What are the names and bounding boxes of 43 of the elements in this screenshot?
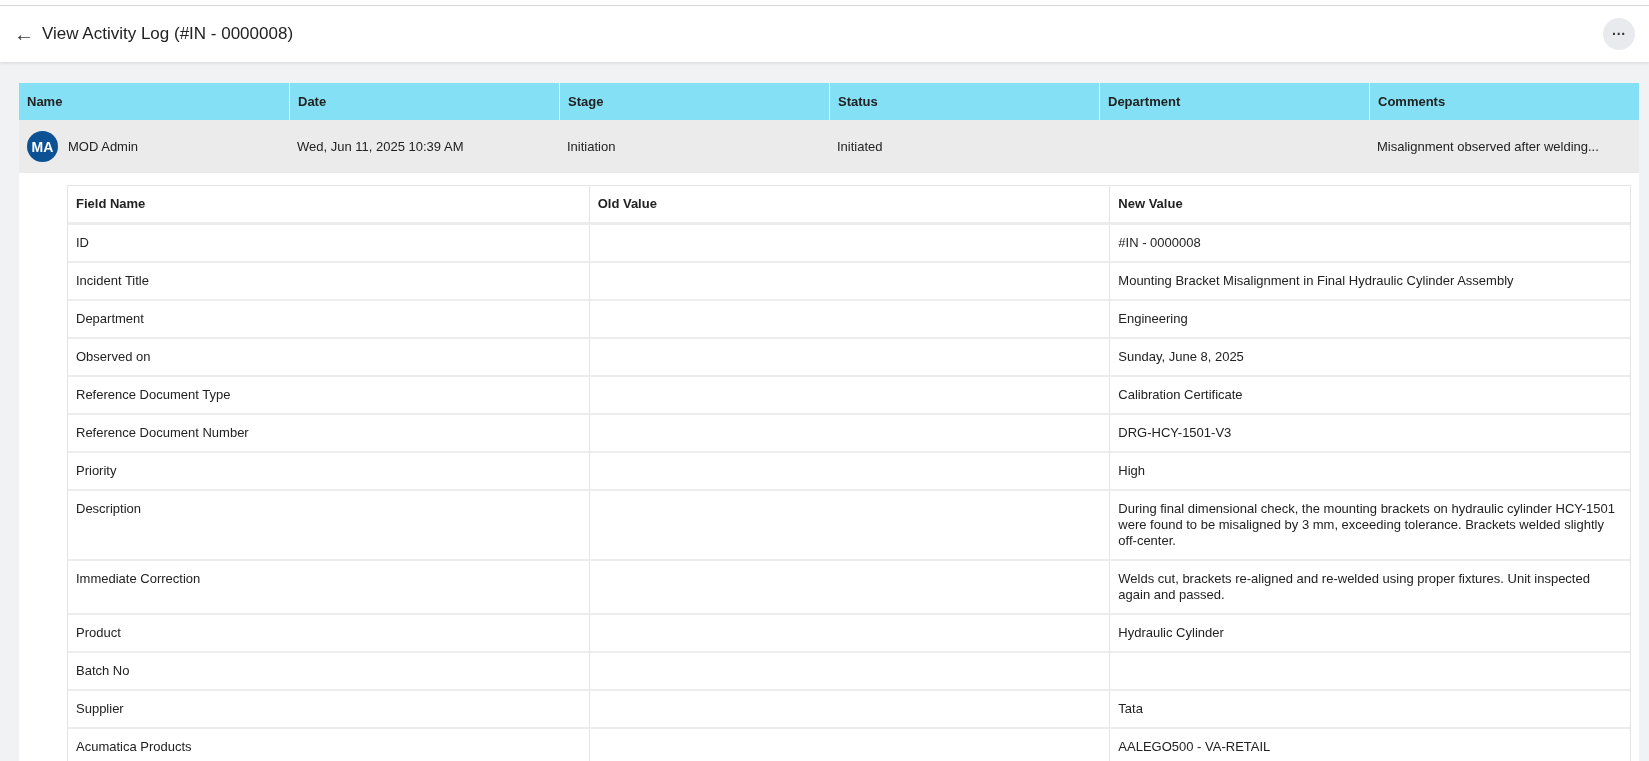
table-cell: Wed, Jun 11, 2025 10:39 AM — [289, 120, 559, 173]
page-title: View Activity Log (#IN - 0000008) — [42, 24, 295, 44]
column-header: Status — [829, 83, 1099, 120]
table-cell: Sunday, June 8, 2025 — [1109, 339, 1630, 377]
table-cell: Engineering — [1109, 301, 1630, 339]
table-cell: Batch No — [68, 653, 589, 691]
column-header: Date — [289, 83, 559, 120]
table-cell: Misalignment observed after welding... — [1369, 120, 1639, 173]
table-cell: High — [1109, 453, 1630, 491]
table-cell: During final dimensional check, the mounting brackets on hydraulic cylinder HCY-1501 were found to be misaligned by 3 mm, exceeding tolerance. Brackets welded slightly off-center. — [1109, 491, 1630, 561]
table-cell: Incident Title — [68, 263, 589, 301]
column-header: Department — [1099, 83, 1369, 120]
table-cell: Mounting Bracket Misalignment in Final Hydraulic Cylinder Assembly — [1109, 263, 1630, 301]
table-cell: ID — [68, 225, 589, 263]
table-cell: DRG-HCY-1501-V3 — [1109, 415, 1630, 453]
table-cell: Product — [68, 615, 589, 653]
more-button[interactable]: ··· — [1603, 18, 1635, 50]
table-cell: Description — [68, 491, 589, 561]
table-cell: Initiated — [829, 120, 1099, 173]
table-cell: Welds cut, brackets re-aligned and re-welded using proper fixtures. Unit inspected again and passed. — [1109, 561, 1630, 615]
table-cell: AALEGO500 - VA-RETAIL — [1109, 729, 1630, 761]
table-cell: Hydraulic Cylinder — [1109, 615, 1630, 653]
table-cell: Department — [68, 301, 589, 339]
back-button[interactable]: ← — [14, 22, 34, 46]
table-cell: Immediate Correction — [68, 561, 589, 615]
table-cell: Supplier — [68, 691, 589, 729]
table-cell: Priority — [68, 453, 589, 491]
table-cell: Acumatica Products — [68, 729, 589, 761]
table-cell: Calibration Certificate — [1109, 377, 1630, 415]
user-name: MOD Admin — [68, 139, 139, 154]
table-cell: Observed on — [68, 339, 589, 377]
column-header: New Value — [1109, 186, 1630, 225]
avatar: MA — [27, 131, 58, 162]
column-header: Old Value — [588, 186, 1110, 225]
table-cell: Tata — [1109, 691, 1630, 729]
column-header: Name — [19, 83, 289, 120]
table-cell: Reference Document Number — [68, 415, 589, 453]
table-cell: Reference Document Type — [68, 377, 589, 415]
table-cell: #IN - 0000008 — [1109, 225, 1630, 263]
column-header: Field Name — [68, 186, 589, 225]
column-header: Stage — [559, 83, 829, 120]
table-cell: Initiation — [559, 120, 829, 173]
column-header: Comments — [1369, 83, 1639, 120]
